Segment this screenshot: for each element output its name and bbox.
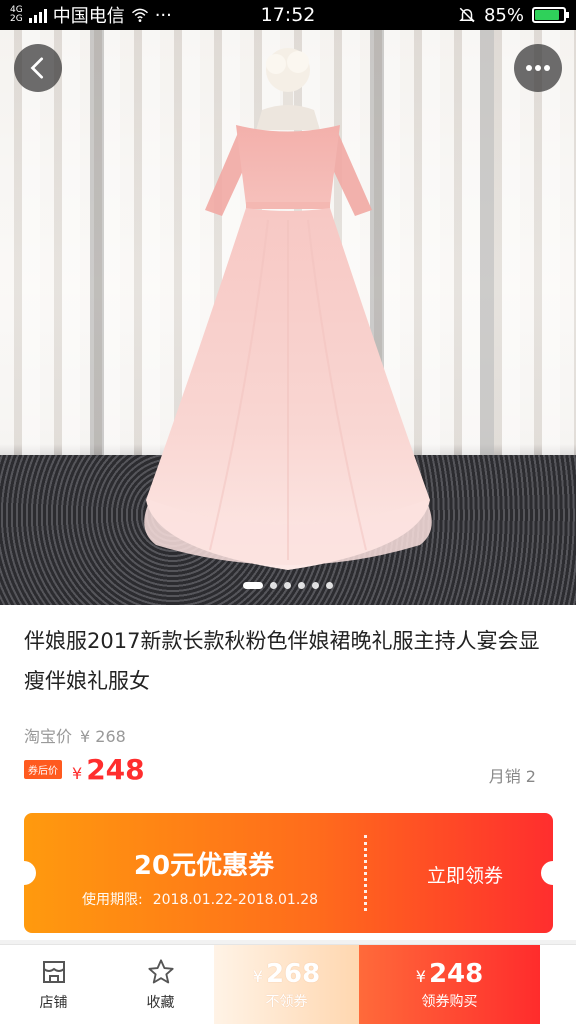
carousel-dot[interactable] [298,582,305,589]
after-coupon-tag: 券后价 [24,760,62,779]
no-coupon-price: ¥268 [252,958,321,989]
buy-without-coupon-button[interactable]: ¥268 不领券 [214,945,359,1024]
wifi-icon [131,8,148,22]
favorite-button[interactable]: 收藏 [107,945,214,1024]
favorite-label: 收藏 [146,994,175,1011]
shop-button[interactable]: 店铺 [0,945,107,1024]
taobao-price: 淘宝价 ¥ 268 [24,727,126,746]
carousel-dot[interactable] [312,582,319,589]
product-title: 伴娘服2017新款长款秋粉色伴娘裙晚礼服主持人宴会显瘦伴娘礼服女 [24,629,540,693]
carousel-dot[interactable] [270,582,277,589]
product-info: 伴娘服2017新款长款秋粉色伴娘裙晚礼服主持人宴会显瘦伴娘礼服女 淘宝价 ¥ 26… [0,605,576,940]
after-coupon-price-row: 券后价 ¥248 [24,753,145,786]
mute-bell-icon [459,7,475,23]
with-coupon-price: ¥248 [415,958,484,989]
coupon-validity: 使用期限: 2018.01.22-2018.01.28 [82,892,319,908]
carousel-dot[interactable] [243,582,263,589]
bottom-action-bar: 店铺 收藏 ¥268 不领券 ¥248 领券购买 [0,944,576,1024]
shop-label: 店铺 [39,994,68,1011]
dress-image [144,48,432,570]
status-bar: 4G 2G 中国电信 ··· 17:52 85% [0,0,576,30]
network-type: 4G 2G [10,5,23,24]
coupon-divider [364,835,367,911]
carousel-dot[interactable] [326,582,333,589]
with-coupon-label: 领券购买 [421,993,478,1010]
product-image-carousel[interactable] [0,30,576,605]
battery-percent: 85% [483,4,524,26]
carrier-name: 中国电信 [52,6,125,27]
status-more: ··· [154,4,172,26]
shop-icon [42,960,65,983]
buy-with-coupon-button[interactable]: ¥248 领券购买 [359,945,540,1024]
signal-icon [28,7,47,23]
star-icon [147,958,174,983]
chevron-left-icon [30,57,44,79]
carousel-dot[interactable] [284,582,291,589]
coupon-card[interactable]: 20元优惠券 使用期限: 2018.01.22-2018.01.28 立即领券 [12,813,565,933]
monthly-sales: 月销 2 [488,767,536,786]
no-coupon-label: 不领券 [265,993,308,1010]
back-button[interactable] [14,44,62,92]
claim-coupon-button[interactable]: 立即领券 [427,861,503,888]
coupon-title: 20元优惠券 [133,851,275,881]
battery-icon [532,7,569,23]
more-button[interactable] [514,44,562,92]
clock: 17:52 [260,4,316,26]
ellipsis-icon [526,65,550,71]
carousel-indicator [0,582,576,589]
after-coupon-price: ¥248 [72,753,145,786]
